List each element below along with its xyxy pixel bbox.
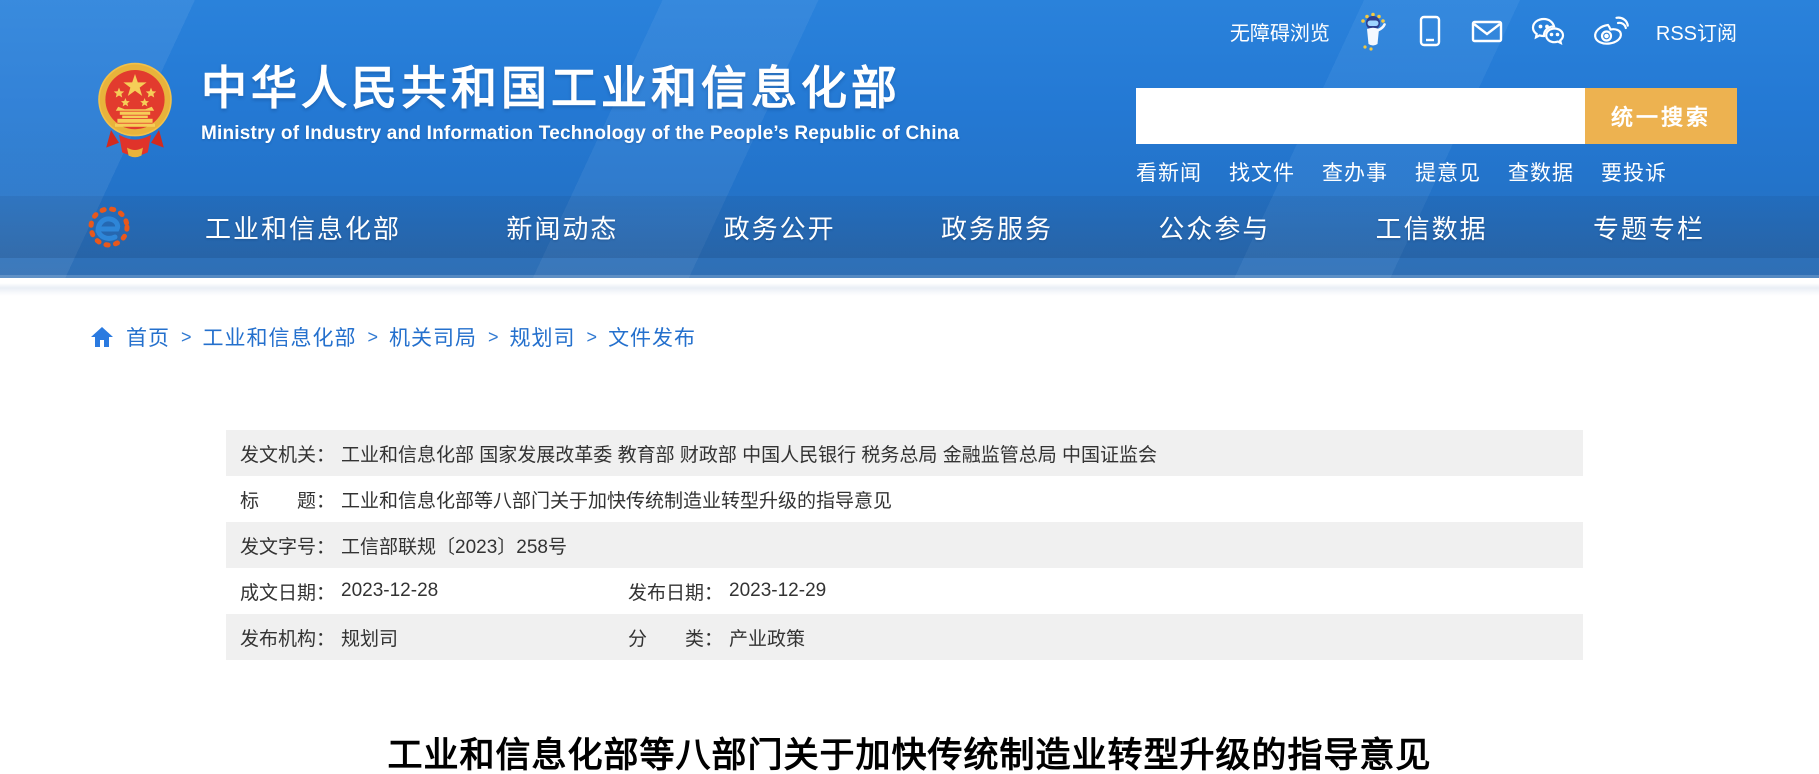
quick-link[interactable]: 要投诉 (1601, 157, 1667, 187)
breadcrumb-item: 首页 > (126, 322, 203, 352)
doc-meta-label: 分 类： (628, 624, 723, 651)
breadcrumb-link[interactable]: 规划司 (510, 322, 576, 352)
document-title: 工业和信息化部等八部门关于加快传统制造业转型升级的指导意见 (0, 727, 1819, 774)
wechat-icon[interactable] (1530, 16, 1566, 46)
breadcrumb-separator: > (587, 327, 598, 348)
quick-link[interactable]: 查数据 (1508, 157, 1574, 187)
nav-item[interactable]: 工信数据 (1376, 209, 1488, 246)
national-emblem-icon (95, 60, 175, 160)
doc-meta-label: 发文机关： (240, 440, 335, 467)
doc-meta-row: 发文字号：工信部联规〔2023〕258号 (226, 522, 1583, 568)
breadcrumb-link[interactable]: 机关司局 (389, 322, 477, 352)
nav-item[interactable]: 公众参与 (1158, 209, 1270, 246)
main-navbar: 工业和信息化部 新闻动态 政务公开 政务服务 公众参与 工信数据 专题专栏 (0, 196, 1819, 258)
quick-link[interactable]: 看新闻 (1136, 157, 1202, 187)
doc-meta-value: 工信部联规〔2023〕258号 (341, 532, 567, 559)
doc-meta-label: 成文日期： (240, 578, 335, 605)
rss-link[interactable]: RSS订阅 (1656, 17, 1737, 46)
topbar: 无障碍浏览 (1230, 0, 1737, 62)
breadcrumb-items: 首页 > 工业和信息化部 > 机关司局 > 规划司 > (126, 322, 696, 352)
doc-meta-row: 发文机关：工业和信息化部 国家发展改革委 教育部 财政部 中国人民银行 税务总局… (226, 430, 1583, 476)
breadcrumb-item: 文件发布 > (608, 322, 696, 352)
quick-link[interactable]: 提意见 (1415, 157, 1481, 187)
doc-meta-cell: 分 类：产业政策 (628, 624, 805, 651)
quick-link[interactable]: 找文件 (1229, 157, 1295, 187)
breadcrumb-separator: > (488, 327, 499, 348)
search-area: 统一搜索 看新闻 找文件 查办事 提意见 查数据 要投诉 (1136, 88, 1737, 187)
miit-document-page: 无障碍浏览 (0, 0, 1819, 774)
search-button[interactable]: 统一搜索 (1585, 88, 1737, 144)
weibo-icon[interactable] (1592, 15, 1630, 47)
header-divider (0, 278, 1819, 296)
quick-links: 看新闻 找文件 查办事 提意见 查数据 要投诉 (1136, 157, 1737, 187)
doc-meta-cell: 成文日期： 2023-12-28 (240, 578, 628, 605)
doc-meta-cell: 发布日期： 2023-12-29 (628, 578, 826, 605)
doc-meta-cell: 标 题：工业和信息化部等八部门关于加快传统制造业转型升级的指导意见 (240, 486, 892, 513)
nav-item[interactable]: 专题专栏 (1593, 209, 1705, 246)
nav-item[interactable]: 工业和信息化部 (205, 209, 401, 246)
site-header: 无障碍浏览 (0, 0, 1819, 278)
doc-meta-cell: 发布机构：规划司 (240, 624, 628, 651)
search-row: 统一搜索 (1136, 88, 1737, 144)
nav-item[interactable]: 政务公开 (724, 209, 836, 246)
nav-items: 工业和信息化部 新闻动态 政务公开 政务服务 公众参与 工信数据 专题专栏 (205, 196, 1705, 258)
site-title: 中华人民共和国工业和信息化部 (201, 64, 959, 112)
doc-meta-value: 工业和信息化部等八部门关于加快传统制造业转型升级的指导意见 (341, 486, 892, 513)
home-icon[interactable] (90, 325, 114, 349)
breadcrumb-separator: > (181, 327, 192, 348)
doc-meta-label: 发文字号： (240, 532, 335, 559)
breadcrumb: 首页 > 工业和信息化部 > 机关司局 > 规划司 > (90, 322, 696, 352)
accessibility-link[interactable]: 无障碍浏览 (1230, 17, 1330, 46)
doc-meta-value: 产业政策 (729, 624, 805, 651)
doc-meta-value: 工业和信息化部 国家发展改革委 教育部 财政部 中国人民银行 税务总局 金融监管… (341, 440, 1157, 467)
nav-item[interactable]: 政务服务 (941, 209, 1053, 246)
doc-meta-cell: 发文字号：工信部联规〔2023〕258号 (240, 532, 567, 559)
breadcrumb-link[interactable]: 文件发布 (608, 322, 696, 352)
breadcrumb-item: 工业和信息化部 > (203, 322, 390, 352)
robot-mascot-icon[interactable] (1356, 11, 1390, 51)
doc-meta-table: 发文机关：工业和信息化部 国家发展改革委 教育部 财政部 中国人民银行 税务总局… (226, 430, 1583, 660)
doc-meta-value: 2023-12-29 (729, 580, 826, 602)
breadcrumb-link[interactable]: 首页 (126, 322, 170, 352)
site-brand: 中华人民共和国工业和信息化部 Ministry of Industry and … (95, 60, 959, 160)
search-input[interactable] (1136, 88, 1585, 144)
mail-icon[interactable] (1470, 17, 1504, 45)
mobile-icon[interactable] (1416, 14, 1444, 48)
site-brand-text: 中华人民共和国工业和信息化部 Ministry of Industry and … (201, 60, 959, 145)
breadcrumb-separator: > (368, 327, 379, 348)
doc-meta-label: 发布机构： (240, 624, 335, 651)
doc-meta-row: 成文日期： 2023-12-28 发布日期： 2023-12-29 (226, 568, 1583, 614)
doc-meta-row: 标 题：工业和信息化部等八部门关于加快传统制造业转型升级的指导意见 (226, 476, 1583, 522)
breadcrumb-item: 规划司 > (510, 322, 609, 352)
quick-link[interactable]: 查办事 (1322, 157, 1388, 187)
doc-meta-row: 发布机构：规划司分 类：产业政策 (226, 614, 1583, 660)
site-subtitle: Ministry of Industry and Information Tec… (201, 123, 959, 145)
doc-meta-label: 发布日期： (628, 578, 723, 605)
breadcrumb-link[interactable]: 工业和信息化部 (203, 322, 357, 352)
nav-item[interactable]: 新闻动态 (506, 209, 618, 246)
miit-e-logo-icon (85, 203, 133, 251)
doc-meta-label: 标 题： (240, 486, 335, 513)
doc-meta-cell: 发文机关：工业和信息化部 国家发展改革委 教育部 财政部 中国人民银行 税务总局… (240, 440, 1157, 467)
breadcrumb-item: 机关司局 > (389, 322, 510, 352)
doc-meta-value: 2023-12-28 (341, 580, 438, 602)
doc-meta-value: 规划司 (341, 624, 398, 651)
